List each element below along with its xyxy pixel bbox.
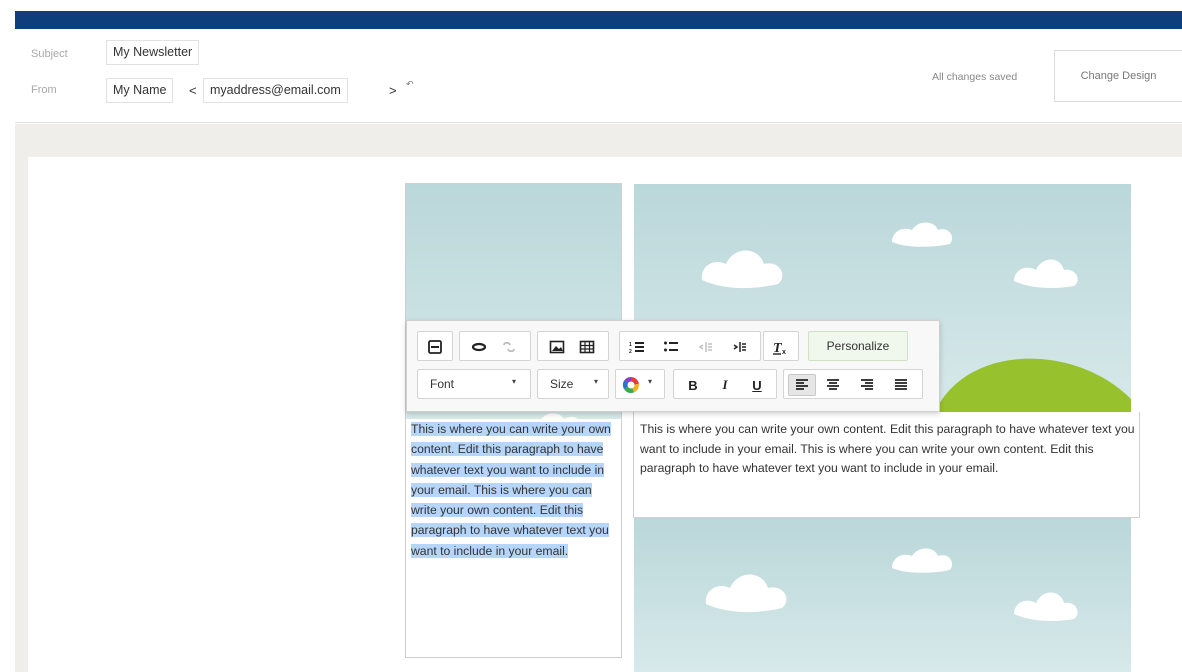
save-icon[interactable]	[424, 336, 446, 358]
bulleted-list-icon[interactable]	[660, 336, 682, 358]
font-select[interactable]: Font ▾	[417, 369, 531, 399]
align-left-icon[interactable]	[788, 374, 816, 396]
left-paragraph-block[interactable]: This is where you can write your own con…	[411, 419, 616, 561]
subject-input[interactable]: My Newsletter	[106, 40, 200, 65]
outdent-icon[interactable]	[694, 336, 716, 358]
clear-format-group: Tx	[763, 331, 799, 361]
chevron-down-icon: ▾	[512, 377, 517, 386]
text-color-icon	[620, 374, 642, 396]
size-select-label: Size	[550, 377, 574, 391]
clear-format-icon[interactable]: Tx	[770, 336, 792, 358]
from-name-input[interactable]: My Name	[106, 78, 174, 103]
align-group	[783, 369, 923, 399]
image-icon[interactable]	[546, 336, 568, 358]
subject-label: Subject	[31, 48, 68, 60]
personalize-button[interactable]: Personalize	[808, 331, 908, 361]
bold-button[interactable]: B	[682, 374, 704, 396]
from-email-input[interactable]: myaddress@email.com	[203, 78, 348, 103]
table-icon[interactable]	[576, 336, 598, 358]
align-center-icon[interactable]	[822, 374, 844, 396]
svg-text:2: 2	[629, 349, 632, 355]
font-select-label: Font	[430, 377, 455, 391]
open-bracket: <	[189, 83, 197, 98]
style-group: B I U	[673, 369, 777, 399]
chevron-down-icon: ▾	[648, 377, 653, 386]
text-color-select[interactable]: ▾	[615, 369, 665, 399]
svg-text:x: x	[782, 349, 786, 355]
justify-icon[interactable]	[890, 374, 912, 396]
link-icon[interactable]	[468, 336, 490, 358]
close-bracket: >	[389, 83, 397, 98]
svg-text:1: 1	[629, 342, 632, 348]
top-bar	[15, 11, 1182, 29]
underline-button[interactable]: U	[746, 374, 768, 396]
numbered-list-icon[interactable]: 12	[626, 336, 648, 358]
undo-icon[interactable]: ↶	[406, 79, 414, 90]
size-select[interactable]: Size ▾	[537, 369, 609, 399]
right-paragraph[interactable]: This is where you can write your own con…	[640, 420, 1135, 479]
link-group	[459, 331, 531, 361]
change-design-button[interactable]: Change Design	[1054, 50, 1182, 102]
indent-icon[interactable]	[728, 336, 750, 358]
chevron-down-icon: ▾	[594, 377, 599, 386]
cloud-icon	[705, 548, 1078, 622]
unlink-icon[interactable]	[498, 336, 520, 358]
right-lower-sky-image[interactable]	[634, 518, 1131, 672]
media-group	[537, 331, 609, 361]
align-right-icon[interactable]	[856, 374, 878, 396]
save-group	[417, 331, 453, 361]
list-group: 12	[619, 331, 761, 361]
italic-button[interactable]: I	[714, 374, 736, 396]
left-paragraph[interactable]: This is where you can write your own con…	[411, 422, 611, 558]
rich-text-toolbar: 12 Tx Personalize Font ▾ Size ▾ ▾ B I U	[406, 320, 940, 412]
save-status: All changes saved	[932, 71, 1018, 83]
from-label: From	[31, 84, 57, 96]
